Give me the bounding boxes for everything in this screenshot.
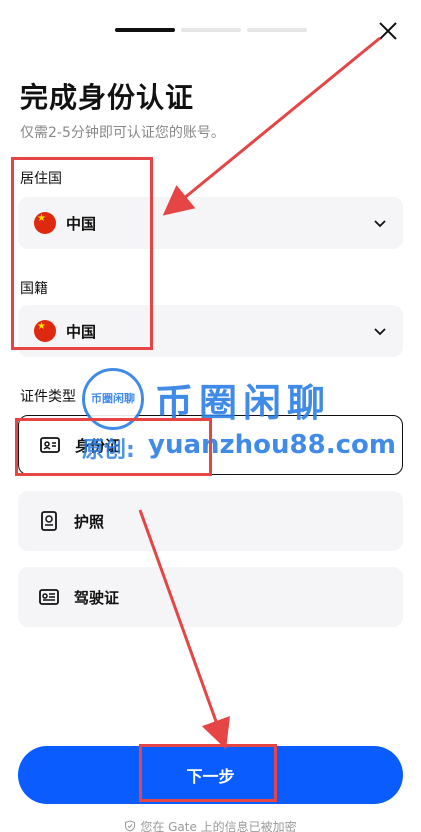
page-title: 完成身份认证 — [20, 81, 195, 114]
watermark-url: yuanzhou88.com — [148, 430, 396, 460]
nationality-label: 国籍 — [20, 281, 48, 297]
close-icon[interactable] — [377, 20, 399, 42]
watermark-prefix: 原创: — [82, 438, 135, 463]
china-flag-icon — [34, 320, 56, 342]
watermark-name: 币圈闲聊 — [155, 381, 332, 425]
residence-select[interactable]: 中国 — [18, 197, 403, 249]
encryption-note: 您在 Gate 上的信息已被加密 — [0, 818, 421, 832]
id-option-drivers-license[interactable]: 驾驶证 — [18, 567, 403, 627]
residence-label: 居住国 — [20, 171, 62, 187]
progress-step-3 — [247, 28, 307, 32]
id-option-label: 护照 — [74, 512, 105, 531]
residence-value: 中国 — [66, 214, 97, 233]
chevron-down-icon — [374, 220, 386, 228]
watermark-logo: 币圈闲聊 — [82, 368, 144, 430]
id-option-label: 驾驶证 — [74, 588, 120, 607]
next-button[interactable]: 下一步 — [18, 746, 403, 804]
id-type-label: 证件类型 — [20, 389, 76, 405]
page-subtitle: 仅需2-5分钟即可认证您的账号。 — [20, 125, 225, 141]
progress-step-1 — [115, 28, 175, 32]
progress-step-2 — [181, 28, 241, 32]
nationality-select[interactable]: 中国 — [18, 305, 403, 357]
nationality-value: 中国 — [66, 322, 97, 341]
chevron-down-icon — [374, 328, 386, 336]
id-option-passport[interactable]: 护照 — [18, 491, 403, 551]
encryption-note-text: 您在 Gate 上的信息已被加密 — [140, 820, 297, 832]
china-flag-icon — [34, 212, 56, 234]
id-card-icon — [40, 437, 60, 453]
drivers-license-icon — [39, 589, 59, 605]
progress-indicator — [115, 28, 307, 32]
shield-icon — [125, 820, 136, 832]
passport-icon — [41, 511, 57, 531]
